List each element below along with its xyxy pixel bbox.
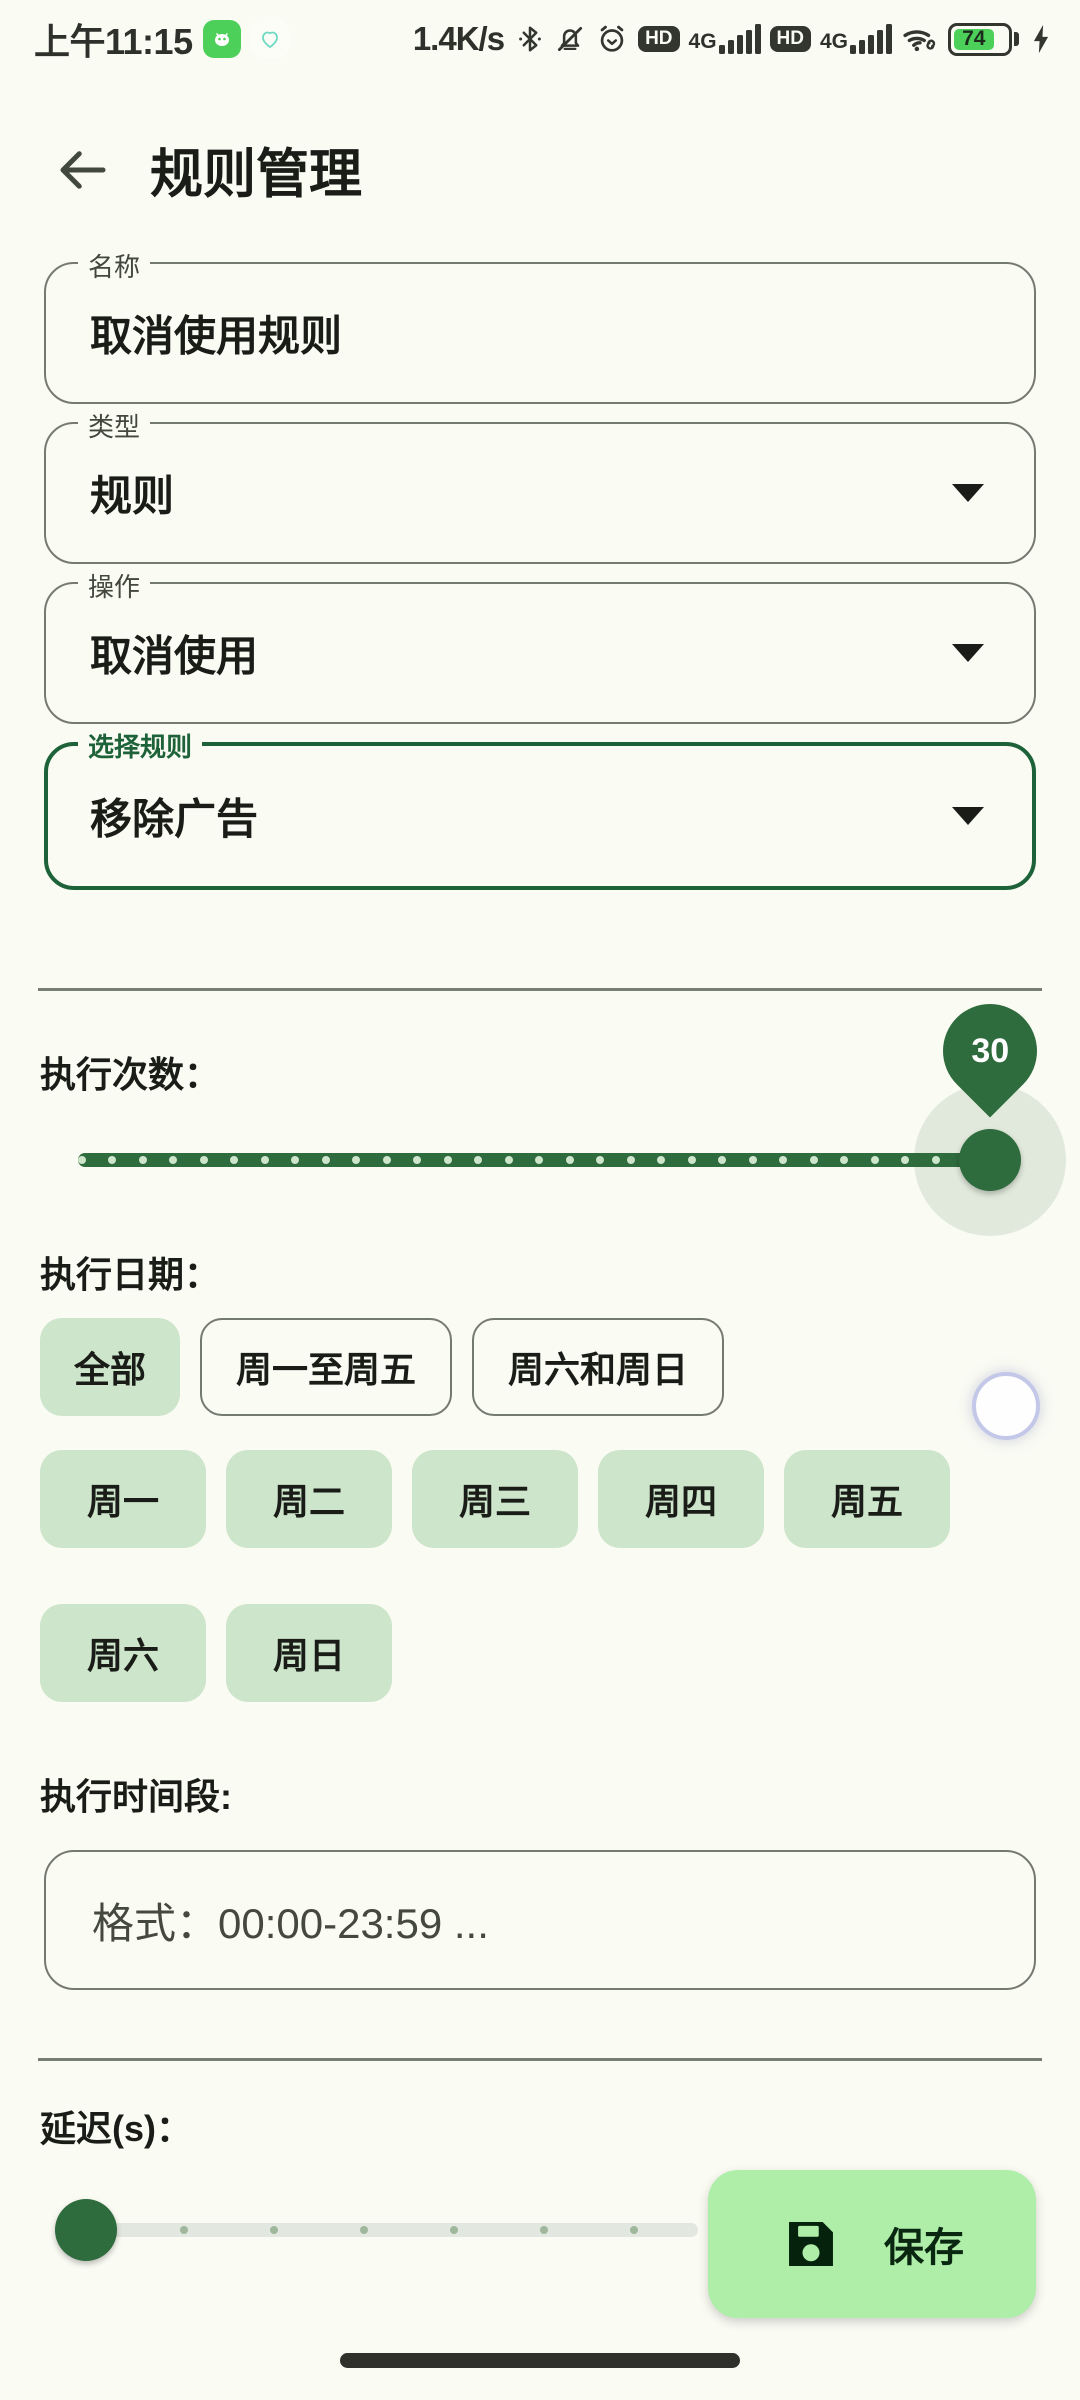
status-bar-right: 1.4K/s HD 4G HD 4G 74 — [413, 20, 1080, 58]
execution-time-range-input[interactable]: 格式：00:00-23:59 ... — [44, 1850, 1036, 1990]
delay-thumb[interactable] — [55, 2199, 117, 2261]
execution-count-value-bubble: 30 — [923, 984, 1057, 1118]
field-select-rule-value: 移除广告 — [90, 795, 259, 843]
field-name-value[interactable]: 取消使用规则 — [90, 303, 342, 364]
4g-icon-2: 4G — [819, 30, 848, 53]
delay-label: 延迟(s)： — [40, 2108, 192, 2149]
4g-icon: 4G — [688, 30, 717, 53]
execution-days-row2: 周六 周日 — [40, 1604, 392, 1702]
chevron-down-icon-3[interactable] — [952, 807, 984, 825]
field-action[interactable]: 操作 取消使用 — [44, 567, 1036, 724]
execution-days-label: 执行日期： — [40, 1254, 221, 1295]
mute-bell-icon — [557, 26, 583, 52]
field-name-label: 名称 — [78, 247, 151, 284]
signal-bars-icon — [718, 24, 761, 54]
delay-ticks — [58, 2226, 698, 2234]
chip-weekdays[interactable]: 周一至周五 — [200, 1318, 453, 1416]
assistive-touch-ball[interactable] — [972, 1372, 1040, 1440]
alarm-icon — [600, 25, 624, 52]
signal-group-2: 4G — [820, 24, 892, 54]
execution-days-presets: 全部 周一至周五 周六和周日 — [40, 1318, 725, 1416]
chip-all-days[interactable]: 全部 — [40, 1318, 181, 1416]
execution-count-ticks — [78, 1156, 996, 1164]
chevron-down-icon[interactable] — [952, 484, 984, 502]
signal-bars-icon-2 — [850, 24, 892, 54]
app-bar: 规则管理 — [0, 110, 1080, 230]
execution-count-label: 执行次数： — [40, 1054, 221, 1095]
field-name[interactable]: 名称 取消使用规则 — [44, 247, 1036, 404]
execution-count-slider[interactable]: 30 — [0, 984, 1080, 1236]
save-floppy-icon — [789, 2222, 833, 2266]
divider-top — [38, 988, 1042, 991]
execution-time-range-label: 执行时间段: — [40, 1776, 232, 1817]
navigation-bar-handle[interactable] — [340, 2353, 740, 2368]
network-speed: 1.4K/s — [412, 20, 505, 57]
android-app-icon — [202, 20, 241, 58]
chip-monday[interactable]: 周一 — [40, 1450, 206, 1548]
battery-icon: 74 — [948, 22, 1019, 56]
arrow-left-icon — [60, 151, 106, 189]
status-time: 上午11:15 — [34, 21, 193, 62]
signal-group-1: 4G — [689, 24, 761, 54]
field-action-label: 操作 — [78, 567, 151, 604]
chip-wednesday[interactable]: 周三 — [412, 1450, 578, 1548]
field-select-rule-label: 选择规则 — [78, 727, 203, 764]
status-bar-left: 上午11:15 — [0, 13, 289, 65]
execution-count-value: 30 — [971, 1031, 1009, 1070]
chip-tuesday[interactable]: 周二 — [226, 1450, 392, 1548]
bluetooth-icon — [519, 26, 541, 52]
hd-icon-2: HD — [769, 26, 811, 52]
chip-saturday[interactable]: 周六 — [40, 1604, 206, 1702]
rule-form: 名称 取消使用规则 类型 规则 操作 取消使用 选择规则 移除广告 — [0, 247, 1080, 908]
page-title: 规则管理 — [150, 145, 362, 204]
charging-bolt-icon — [1033, 24, 1049, 54]
field-select-rule[interactable]: 选择规则 移除广告 — [44, 727, 1036, 890]
wifi-icon — [903, 30, 936, 52]
field-action-value: 取消使用 — [90, 632, 259, 680]
field-type-label: 类型 — [78, 407, 151, 444]
divider-bottom — [38, 2058, 1042, 2061]
field-type-outline — [44, 422, 1036, 564]
phone-screen: 上午11:15 1.4K/s HD 4G HD 4G 74 规则管理 名称 取消… — [0, 0, 1080, 2400]
field-type-value: 规则 — [90, 472, 175, 520]
heart-app-icon — [250, 20, 289, 58]
chip-sunday[interactable]: 周日 — [226, 1604, 392, 1702]
execution-days-row1: 周一 周二 周三 周四 周五 — [40, 1450, 950, 1548]
status-bar: 上午11:15 1.4K/s HD 4G HD 4G 74 — [0, 0, 1080, 78]
chevron-down-icon-2[interactable] — [952, 644, 984, 662]
execution-count-thumb[interactable] — [959, 1129, 1021, 1191]
back-button[interactable] — [28, 115, 138, 225]
chip-friday[interactable]: 周五 — [784, 1450, 950, 1548]
chip-weekend[interactable]: 周六和周日 — [472, 1318, 725, 1416]
save-button-label: 保存 — [884, 2226, 964, 2270]
field-type[interactable]: 类型 规则 — [44, 407, 1036, 564]
save-button[interactable]: 保存 — [708, 2170, 1036, 2318]
chip-thursday[interactable]: 周四 — [598, 1450, 764, 1548]
hd-icon: HD — [638, 26, 680, 52]
battery-level: 74 — [954, 27, 994, 50]
